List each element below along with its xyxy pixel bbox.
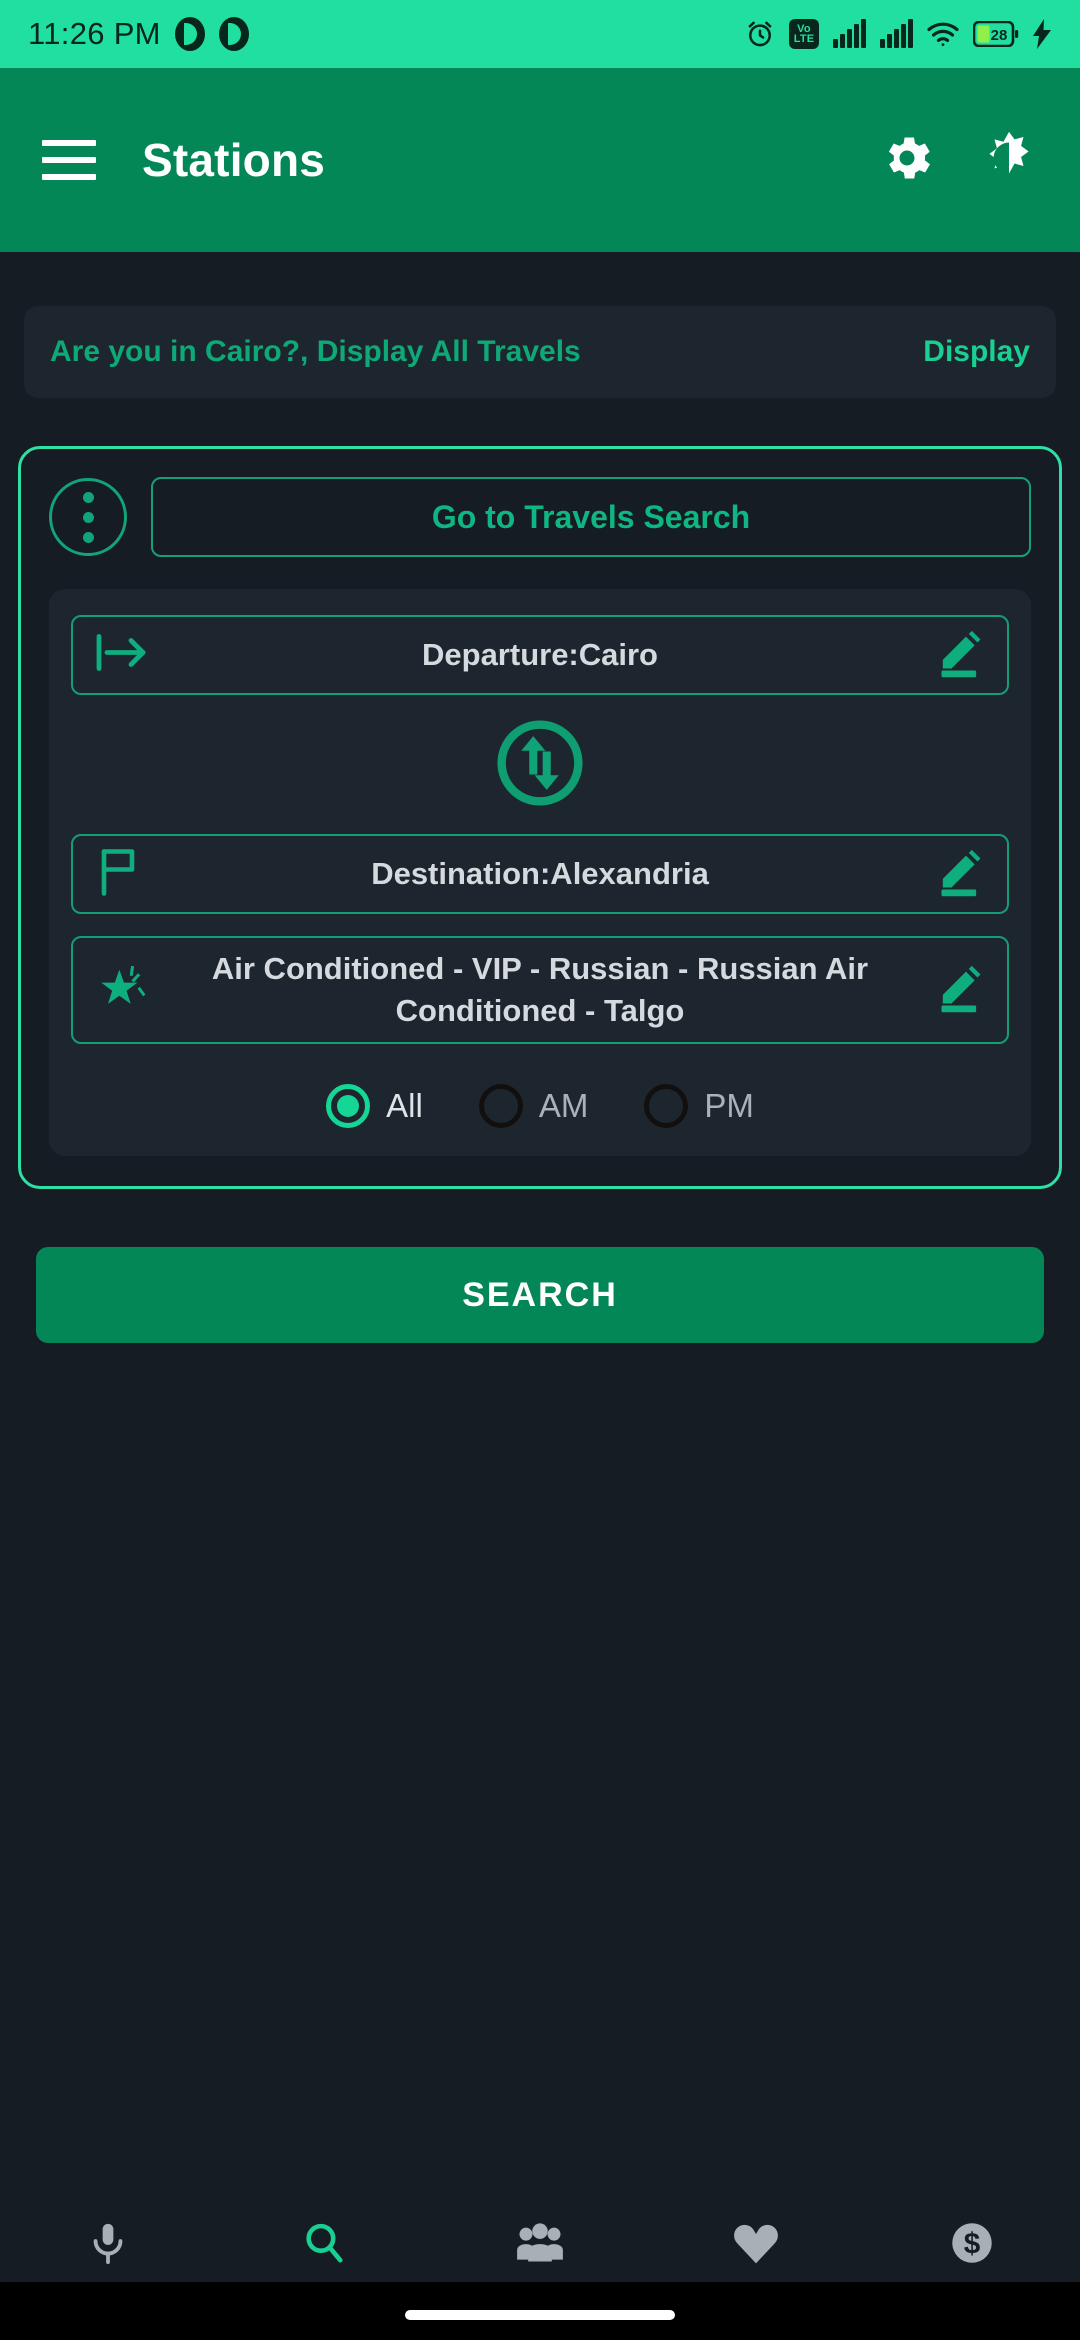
page-title: Stations	[142, 133, 325, 187]
go-to-travels-search-button[interactable]: Go to Travels Search	[151, 477, 1031, 557]
status-bar-left: 11:26 PM	[28, 16, 249, 52]
time-filter-option-pm[interactable]: PM	[644, 1084, 754, 1128]
battery-icon: 28	[973, 21, 1019, 47]
time-filter-option-all[interactable]: All	[326, 1084, 423, 1128]
swap-row	[71, 695, 1009, 834]
volte-icon: VoLTE	[789, 19, 819, 49]
dollar-coin-icon: $	[949, 2220, 995, 2271]
departure-field[interactable]: Departure:Cairo	[71, 615, 1009, 695]
app-bar-actions	[878, 129, 1038, 192]
departure-value: Departure:Cairo	[169, 634, 911, 676]
time-filter-label: AM	[539, 1087, 589, 1125]
swap-vertical-circle-icon[interactable]	[494, 717, 586, 814]
main-content: Are you in Cairo?, Display All Travels D…	[0, 252, 1080, 2340]
star-icon	[95, 960, 153, 1021]
display-all-travels-button[interactable]: Display	[923, 335, 1030, 369]
status-bar-right: VoLTE	[744, 18, 1052, 50]
radio-indicator	[326, 1084, 370, 1128]
location-banner[interactable]: Are you in Cairo?, Display All Travels D…	[24, 306, 1056, 398]
hamburger-menu-icon[interactable]	[42, 140, 96, 180]
microphone-icon	[85, 2220, 131, 2271]
edit-pencil-icon[interactable]	[935, 846, 987, 903]
edit-pencil-icon[interactable]	[935, 962, 987, 1019]
train-types-field[interactable]: Air Conditioned - VIP - Russian - Russia…	[71, 936, 1009, 1044]
wifi-icon	[926, 20, 960, 48]
time-filter-option-am[interactable]: AM	[479, 1084, 589, 1128]
time-filter-label: All	[386, 1087, 423, 1125]
app-root: 11:26 PM VoLTE	[0, 0, 1080, 2340]
status-bar-clock: 11:26 PM	[28, 16, 161, 52]
destination-field[interactable]: Destination:Alexandria	[71, 834, 1009, 914]
svg-text:28: 28	[991, 27, 1008, 44]
moon-badge-icon	[219, 17, 249, 51]
flag-icon	[95, 846, 145, 903]
status-bar: 11:26 PM VoLTE	[0, 0, 1080, 68]
gesture-nav-bar[interactable]	[0, 2282, 1080, 2340]
train-types-value: Air Conditioned - VIP - Russian - Russia…	[169, 948, 911, 1032]
charging-bolt-icon	[1032, 19, 1052, 49]
radio-indicator	[644, 1084, 688, 1128]
gear-icon[interactable]	[878, 129, 936, 192]
signal-sim2-icon	[879, 19, 913, 49]
signal-sim1-icon	[832, 19, 866, 49]
dark-mode-toggle-icon[interactable]	[980, 129, 1038, 192]
moon-badge-icon	[175, 17, 205, 51]
time-filter-group: All AM PM	[71, 1084, 1009, 1128]
alarm-icon	[744, 18, 776, 50]
app-bar: Stations	[0, 68, 1080, 252]
radio-indicator	[479, 1084, 523, 1128]
people-group-icon	[516, 2221, 564, 2270]
search-card-header: Go to Travels Search	[49, 477, 1031, 557]
heart-icon	[732, 2221, 780, 2270]
svg-text:$: $	[964, 2227, 981, 2260]
station-search-card: Go to Travels Search Departure:Cairo	[18, 446, 1062, 1189]
time-filter-label: PM	[704, 1087, 754, 1125]
destination-value: Destination:Alexandria	[169, 853, 911, 895]
search-button[interactable]: SEARCH	[36, 1247, 1044, 1343]
three-dots-vertical-icon[interactable]	[49, 478, 127, 556]
route-panel: Departure:Cairo	[49, 589, 1031, 1156]
departure-arrow-icon	[95, 631, 151, 680]
search-magnifier-icon	[301, 2220, 347, 2271]
edit-pencil-icon[interactable]	[935, 627, 987, 684]
location-banner-text: Are you in Cairo?, Display All Travels	[50, 335, 581, 369]
